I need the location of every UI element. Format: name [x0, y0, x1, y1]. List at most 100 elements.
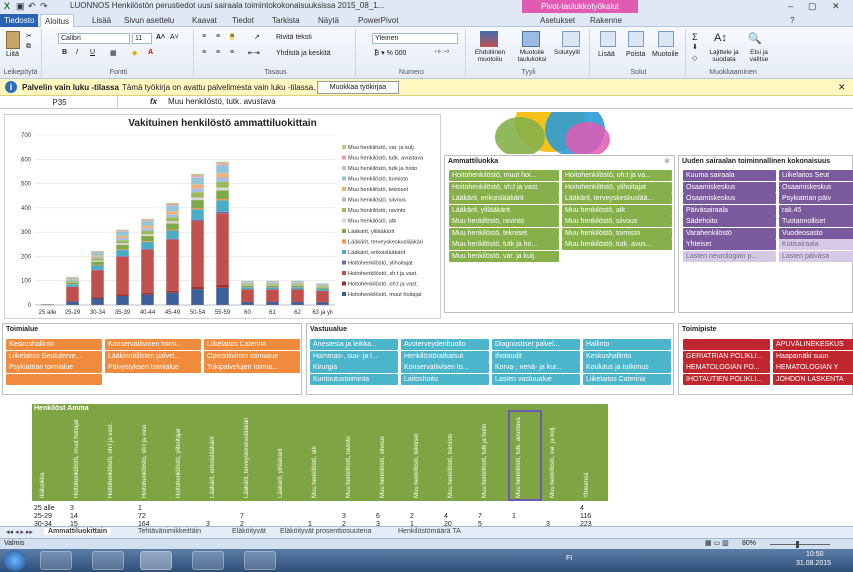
pivot-cell[interactable]: 1: [512, 513, 516, 520]
pivot-cell[interactable]: 72: [138, 513, 146, 520]
slicer-item[interactable]: Liikelaitos Seut: [779, 170, 853, 181]
pivot-column-header[interactable]: Lääkärit, terveyskeskuslääkäri: [244, 418, 254, 498]
fill-icon[interactable]: ⬇: [692, 43, 698, 51]
decimal-icon[interactable]: ⁺⁰ ⁻⁰: [434, 49, 449, 57]
slicer-item[interactable]: APUVÄLINEKESKUS: [773, 339, 853, 350]
pivot-column-header[interactable]: Lääkärit, ylilääkärit: [278, 448, 288, 498]
align-center-icon[interactable]: ≡: [216, 49, 220, 56]
pivot-column-header[interactable]: Muu henkilöstö, toimisto: [448, 434, 458, 498]
slicer-item[interactable]: Muu henkilöstö, tekniset: [449, 227, 559, 239]
pivot-cell[interactable]: 116: [580, 513, 591, 520]
slicer-item[interactable]: Diagnostiset palvel...: [492, 339, 580, 350]
slicer-item[interactable]: Henkilöstöratkaisut: [401, 350, 489, 362]
find-select-icon[interactable]: 🔍: [748, 32, 762, 45]
pivot-column-header[interactable]: Lääkärit, erikoislääkärit: [210, 437, 220, 498]
slicer-item[interactable]: Anestesia ja leikka...: [310, 339, 398, 350]
slicer-item[interactable]: Lasten neurologian p...: [683, 250, 776, 262]
fill-color-icon[interactable]: ◆: [132, 49, 137, 57]
slicer-item[interactable]: Päiväsairaala: [683, 204, 776, 216]
slicer-item[interactable]: IHOTAUTIEN POLIKLI...: [683, 373, 770, 385]
tab-page-layout[interactable]: Sivun asettelu: [124, 14, 174, 27]
paste-icon[interactable]: [6, 31, 20, 49]
sheet-tab-ammattiluokittain[interactable]: Ammattiluokittain: [44, 528, 112, 535]
slicer-item[interactable]: Muu henkilöstö, atk: [562, 204, 672, 216]
pivot-column-header[interactable]: Muu henkilöstö, tutk ja hoito: [482, 424, 492, 498]
pivot-cell[interactable]: 25 alle: [34, 505, 55, 512]
pivot-column-header[interactable]: Hoitohenkilöstö, ylihoitajat: [176, 429, 186, 498]
minimize-icon[interactable]: –: [788, 1, 793, 11]
pivot-cell[interactable]: 3: [342, 513, 346, 520]
slicer-item[interactable]: Vuodeosasto: [779, 227, 853, 239]
pivot-column-header[interactable]: Muu henkilöstö, siivous: [380, 436, 390, 498]
save-icon[interactable]: ▣: [16, 1, 25, 12]
slicer-item[interactable]: HEMATOLOGIAN PO...: [683, 362, 770, 373]
pivot-column-header[interactable]: Hoitohenkilöstö, oh:t ja vast.: [108, 423, 118, 498]
slicer-item[interactable]: Muu henkilöstö, tutk. avus...: [562, 239, 672, 250]
slicer-item[interactable]: Konservatiivisen to...: [401, 362, 489, 373]
close-icon[interactable]: ✕: [832, 1, 840, 12]
tab-options[interactable]: Asetukset: [540, 14, 575, 27]
pivot-column-header[interactable]: Yhteensä: [584, 473, 594, 498]
orientation-icon[interactable]: ↗: [254, 33, 260, 41]
zoom-slider[interactable]: [770, 544, 830, 545]
excel-taskbar-icon[interactable]: [140, 551, 172, 570]
tab-view[interactable]: Näytä: [318, 14, 339, 27]
delete-cells-icon[interactable]: [628, 31, 644, 47]
merge-center-button[interactable]: Yhdistä ja keskitä: [276, 50, 330, 57]
slicer-item[interactable]: GERIATRIAN POLIKLI...: [683, 350, 770, 362]
pivot-cell[interactable]: 1: [138, 505, 142, 512]
powerpoint-taskbar-icon[interactable]: [244, 551, 276, 570]
slicer-item[interactable]: Lasten päiväsa: [779, 250, 853, 262]
insert-cells-button[interactable]: Lisää: [598, 51, 615, 58]
pivot-cell[interactable]: 4: [580, 505, 584, 512]
font-size-select[interactable]: 11: [132, 33, 152, 44]
align-bottom-icon[interactable]: ≡: [230, 33, 235, 40]
slicer-item[interactable]: Hoitohenkilöstö, oh:t ja va...: [562, 170, 672, 181]
slicer-item[interactable]: rak.45: [779, 204, 853, 216]
slicer-item[interactable]: Ihotaudit: [492, 350, 580, 362]
start-button-icon[interactable]: [4, 550, 26, 571]
slicer-item[interactable]: Liikelaitos Seututerve...: [6, 350, 102, 362]
pivot-column-header[interactable]: Hoitohenkilöstö, sh:t ja vast.: [142, 423, 152, 498]
copy-icon[interactable]: ⧉: [26, 43, 31, 51]
slicer-item[interactable]: Lääkärit, terveyskeskuslää...: [562, 193, 672, 204]
slicer-item[interactable]: Lääkärit, erikoislääkärit: [449, 193, 559, 204]
slicer-item[interactable]: [6, 373, 102, 385]
redo-icon[interactable]: ↷: [40, 1, 48, 12]
name-box[interactable]: P35: [2, 97, 118, 108]
underline-icon[interactable]: U: [90, 49, 95, 56]
tab-data[interactable]: Tiedot: [232, 14, 254, 27]
format-table-button[interactable]: Muotoile taulukoksi: [512, 49, 552, 63]
font-color-icon[interactable]: A: [148, 49, 153, 56]
slicer-item[interactable]: Hoitohenkilöstö, muut hoi...: [449, 170, 559, 181]
slicer-item[interactable]: Kotisairaala: [779, 239, 853, 250]
zoom-slider-thumb[interactable]: [796, 541, 799, 548]
slicer-item[interactable]: Keskushallinto: [6, 339, 102, 350]
slicer-item[interactable]: Sädehoito: [683, 216, 776, 227]
bold-icon[interactable]: B: [62, 49, 67, 56]
cell-styles-button[interactable]: Solutyylit: [554, 49, 580, 56]
pivot-cell[interactable]: 14: [70, 513, 78, 520]
slicer-item[interactable]: Varahenkilöstö: [683, 227, 776, 239]
format-cells-icon[interactable]: [658, 31, 674, 47]
slicer-item[interactable]: Lasten vastuualue: [492, 373, 580, 385]
slicer-item[interactable]: Avoterveydenhuolto: [401, 339, 489, 350]
clock-date[interactable]: 31.08.2015: [796, 560, 831, 567]
slicer-item[interactable]: Keskushallinto: [583, 350, 671, 362]
pivot-cell[interactable]: 6: [376, 513, 380, 520]
help-icon[interactable]: ?: [790, 14, 794, 27]
align-right-icon[interactable]: ≡: [230, 49, 234, 56]
slicer-item[interactable]: Tuotannolliset: [779, 216, 853, 227]
tab-review[interactable]: Tarkista: [272, 14, 300, 27]
align-middle-icon[interactable]: ≡: [216, 33, 220, 40]
tab-home[interactable]: Aloitus: [40, 14, 75, 27]
slicer-item[interactable]: Muu henkilöstö, var. ja kulj.: [449, 250, 559, 262]
slicer-item[interactable]: Konservatiivinen toimi...: [105, 339, 201, 350]
slicer-item[interactable]: Hoitohenkilöstö, ylihoitajat: [562, 181, 672, 193]
tab-design[interactable]: Rakenne: [590, 14, 622, 27]
slicer-item[interactable]: Laitoshoito: [401, 373, 489, 385]
slicer-item[interactable]: Kirurgia: [310, 362, 398, 373]
clock-time[interactable]: 10:50: [806, 551, 824, 558]
slicer-item[interactable]: Haapamäki suun: [773, 350, 853, 362]
pivot-cell[interactable]: 7: [240, 513, 244, 520]
